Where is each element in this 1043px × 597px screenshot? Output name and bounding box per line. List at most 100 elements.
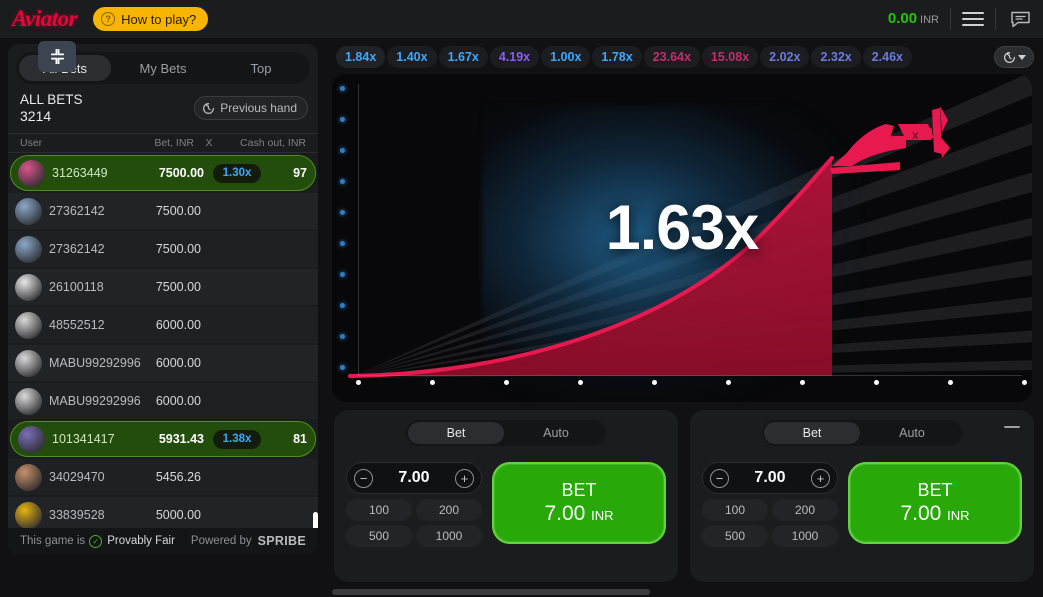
y-axis-dot (340, 272, 345, 277)
bet-panel: Bet Auto −7.00 + 100 200 500 1000 BET 7.00 INR (690, 410, 1034, 582)
y-axis-dot (340, 117, 345, 122)
multiplier-history-bar: 1.84x 1.40x 1.67x 4.19x 1.00x 1.78x 23.64x 15.0… (332, 42, 1038, 72)
bet-multiplier-badge: 1.30x (213, 163, 261, 183)
bet-amount-stepper[interactable]: − 7.00 + (346, 462, 482, 494)
column-bet: Bet, INR (154, 137, 194, 149)
plus-circle-icon[interactable]: + (810, 468, 830, 488)
x-axis-dot (948, 380, 953, 385)
history-chip[interactable]: 2.46x (862, 46, 912, 68)
y-axis-dot (340, 86, 345, 91)
bet-button-amount: 7.00 INR (544, 501, 614, 525)
history-expand-button[interactable] (994, 46, 1034, 68)
how-to-play-button[interactable]: ? How to play? (93, 7, 209, 31)
tab-bet[interactable]: Bet (764, 422, 860, 444)
table-row[interactable]: 48552512 6000.00 (8, 307, 318, 343)
bet-cashout-amount: 81 (293, 432, 307, 446)
table-row[interactable]: 34029470 5456.26 (8, 459, 318, 495)
spribe-brand: SPRIBE (257, 534, 306, 548)
all-bets-summary: ALL BETS 3214 (20, 91, 83, 125)
bets-list[interactable]: 31263449 7500.00 1.30x 97 27362142 7500.00 273… (8, 153, 318, 553)
history-chip[interactable]: 1.40x (387, 46, 437, 68)
history-chip[interactable]: 1.67x (438, 46, 488, 68)
bet-mode-tabs: Bet Auto (762, 420, 962, 446)
place-bet-button[interactable]: BET 7.00 INR (492, 462, 666, 544)
avatar (15, 273, 42, 301)
table-row[interactable]: 31263449 7500.00 1.30x 97 (10, 155, 316, 191)
current-multiplier: 1.63x (605, 193, 760, 263)
x-axis-dot (504, 380, 509, 385)
bets-table-header: User Bet, INR X Cash out, INR (8, 133, 318, 153)
collapse-inward-icon (50, 49, 64, 64)
bet-multiplier-badge: 1.38x (213, 429, 261, 449)
bet-user-name: 26100118 (49, 280, 104, 294)
x-axis-dot (726, 380, 731, 385)
y-axis-dot (340, 334, 345, 339)
history-chip[interactable]: 15.08x (701, 46, 759, 68)
avatar (15, 501, 42, 529)
tab-top[interactable]: Top (215, 55, 307, 81)
horizontal-scrollbar[interactable] (332, 589, 1038, 595)
history-chip[interactable]: 1.00x (541, 46, 591, 68)
bet-panels: Bet Auto −7.00 +100 200 500 1000 BET 7.00 INR Bet… (334, 410, 1034, 590)
quick-amount-button[interactable]: 100 (346, 499, 412, 521)
quick-amount-button[interactable]: 1000 (416, 525, 482, 547)
top-bar-right: 0.00 INR (888, 0, 1043, 38)
quick-amount-button[interactable]: 1000 (772, 525, 838, 547)
tab-bet[interactable]: Bet (408, 422, 504, 444)
bet-amount-stepper[interactable]: − 7.00 + (702, 462, 838, 494)
table-row[interactable]: 101341417 5931.43 1.38x 81 (10, 421, 316, 457)
quick-amount-button[interactable]: 500 (346, 525, 412, 547)
all-bets-count: 3214 (20, 108, 52, 124)
history-chip[interactable]: 4.19x (489, 46, 540, 68)
all-bets-header: ALL BETS 3214 Previous hand (8, 84, 318, 133)
quick-amount-button[interactable]: 200 (772, 499, 838, 521)
chat-bubble-icon[interactable] (1007, 8, 1033, 30)
bet-amount: 7500.00 (155, 204, 201, 218)
avatar (15, 235, 42, 263)
tab-my-bets[interactable]: My Bets (117, 55, 209, 81)
history-clock-icon (1003, 51, 1015, 63)
svg-text:x: x (912, 128, 919, 142)
quick-amount-button[interactable]: 200 (416, 499, 482, 521)
table-row[interactable]: 26100118 7500.00 (8, 269, 318, 305)
table-row[interactable]: 27362142 7500.00 (8, 231, 318, 267)
history-chip[interactable]: 1.78x (592, 46, 642, 68)
history-clock-icon (203, 102, 215, 114)
history-chip[interactable]: 1.84x (336, 46, 386, 68)
x-axis-dot (430, 380, 435, 385)
hamburger-menu-icon[interactable] (962, 12, 984, 26)
quick-amount-button[interactable]: 100 (702, 499, 768, 521)
question-circle-icon: ? (101, 12, 116, 26)
previous-hand-button[interactable]: Previous hand (194, 96, 308, 120)
table-row[interactable]: MABU99292996 6000.00 (8, 345, 318, 381)
bet-amount: 7500.00 (158, 166, 204, 180)
bet-user-name: 48552512 (49, 318, 105, 332)
provably-fair-link[interactable]: ✓ Provably Fair (89, 534, 175, 548)
plus-circle-icon[interactable]: + (454, 468, 474, 488)
bet-cashout-amount: 97 (293, 166, 307, 180)
column-user: User (20, 137, 43, 149)
minus-circle-icon[interactable]: − (710, 468, 729, 488)
avatar (15, 387, 42, 415)
x-axis-dot (578, 380, 583, 385)
minimize-icon[interactable] (1004, 426, 1020, 428)
place-bet-button[interactable]: BET 7.00 INR (848, 462, 1022, 544)
history-chip[interactable]: 23.64x (643, 46, 700, 68)
bet-amount: 5000.00 (155, 508, 201, 522)
history-chip[interactable]: 2.02x (760, 46, 810, 68)
tab-auto[interactable]: Auto (864, 422, 960, 444)
bet-amount-value: 7.00 (398, 469, 430, 486)
avatar (15, 197, 42, 225)
y-axis-dot (340, 303, 345, 308)
tab-auto[interactable]: Auto (508, 422, 604, 444)
previous-hand-label: Previous hand (220, 101, 297, 115)
history-chip[interactable]: 2.32x (811, 46, 861, 68)
quick-amount-button[interactable]: 500 (702, 525, 768, 547)
table-row[interactable]: MABU99292996 6000.00 (8, 383, 318, 419)
bet-amount: 5456.26 (155, 470, 201, 484)
column-cashout: Cash out, INR (240, 137, 306, 149)
bet-amount: 6000.00 (155, 394, 201, 408)
collapse-panel-button[interactable] (38, 41, 76, 72)
table-row[interactable]: 27362142 7500.00 (8, 193, 318, 229)
minus-circle-icon[interactable]: − (354, 468, 373, 488)
